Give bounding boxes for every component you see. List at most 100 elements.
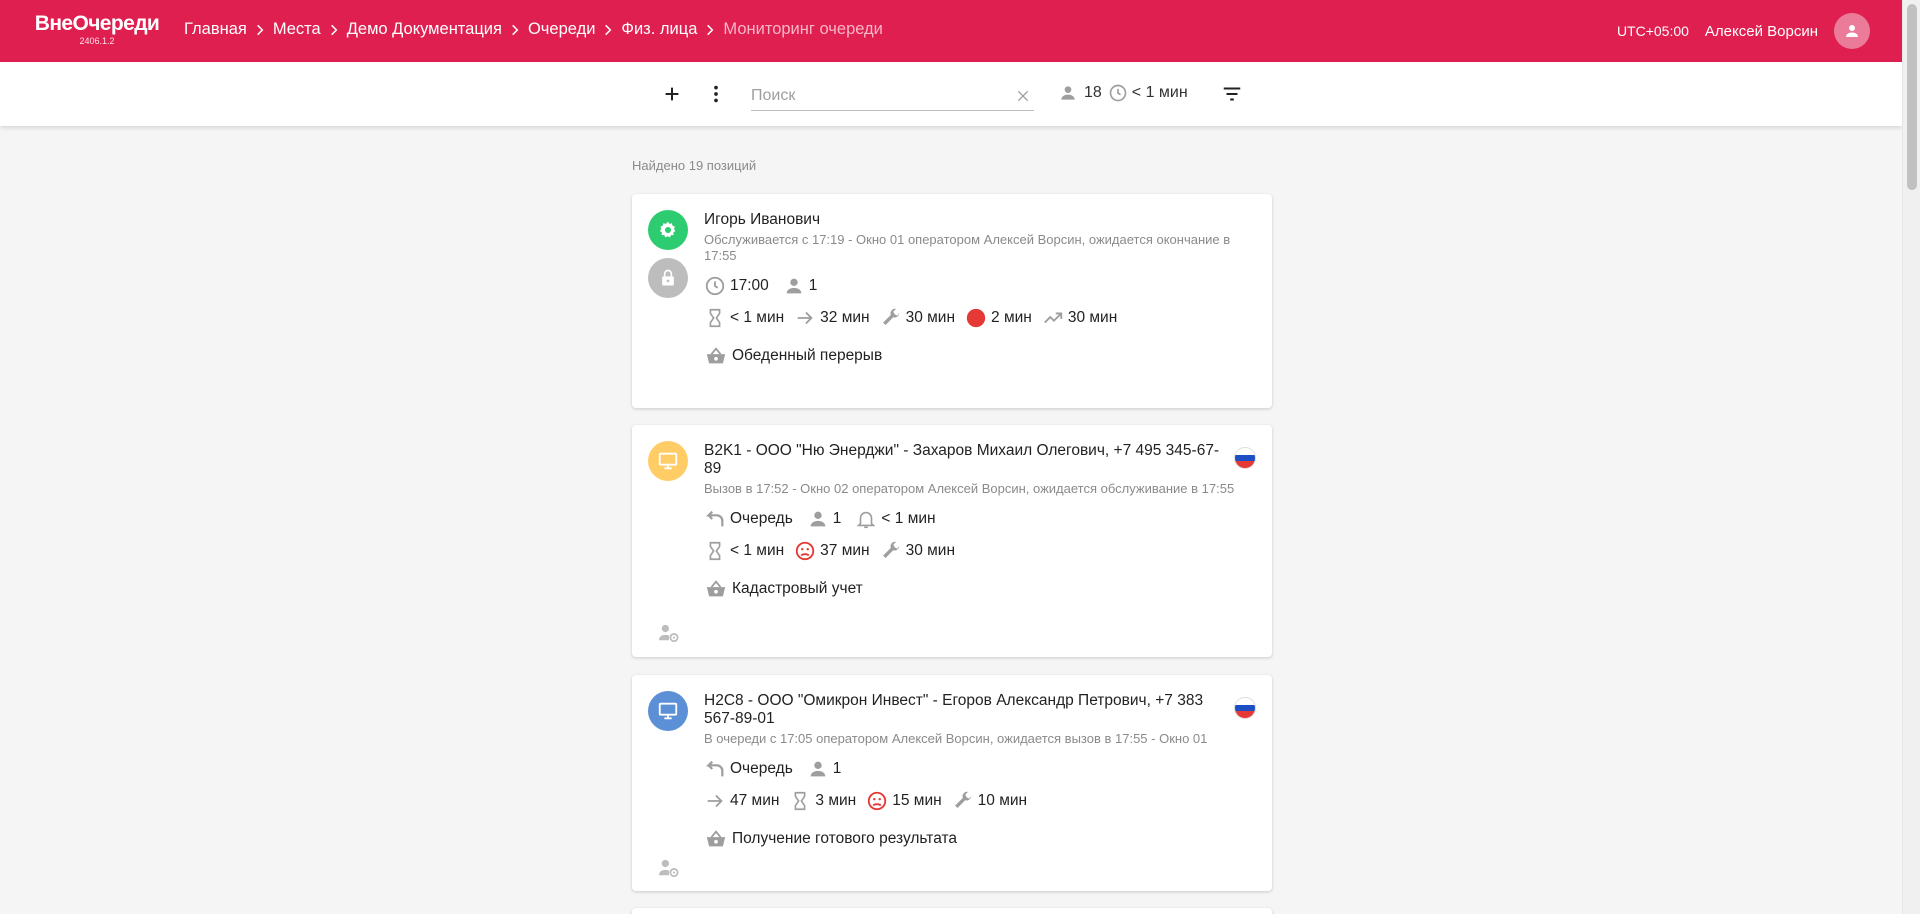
sad-face-icon: [868, 791, 887, 811]
card-subtitle: Вызов в 17:52 - Окно 02 оператором Алекс…: [704, 481, 1235, 496]
persons: 1: [807, 508, 842, 530]
call-time: < 1 мин: [855, 508, 936, 530]
breadcrumb: Главная Места Демо Документация Очереди …: [184, 20, 883, 39]
card-subtitle: Обслуживается с 17:19 - Окно 01 оператор…: [704, 232, 1231, 263]
service-name-value: Кадастровый учет: [732, 580, 863, 597]
sad-face-icon: [796, 541, 815, 561]
monitor-icon: [658, 702, 678, 720]
people-count: 18: [1084, 84, 1102, 101]
start-time-value: 17:00: [730, 277, 769, 294]
overtime-value: 2 мин: [991, 309, 1032, 326]
app-bar: ВнеОчереди 2406.1.2 Главная Места Демо Д…: [0, 0, 1902, 62]
call-time-value: < 1 мин: [881, 510, 936, 527]
hourglass-icon: [795, 791, 806, 811]
scrollbar-thumb[interactable]: [1907, 4, 1917, 190]
wait-time: < 1 мин: [704, 307, 784, 329]
queue-stats: 18 < 1 мин: [1058, 83, 1188, 103]
service-name: Кадастровый учет: [704, 575, 1256, 603]
monitor-icon: [658, 452, 678, 470]
person-icon: [810, 511, 826, 527]
status-called: [648, 441, 688, 481]
queue-card[interactable]: H2C8 - ООО "Омикрон Инвест" - Егоров Але…: [632, 675, 1272, 891]
wait-time: 3 мин: [789, 790, 856, 812]
wait-time-value: < 1 мин: [730, 542, 785, 559]
lock-icon: [662, 269, 674, 286]
operator-settings-icon[interactable]: [658, 623, 680, 643]
wrench-icon: [954, 791, 971, 808]
service-time-value: 30 мин: [905, 542, 956, 559]
chevron-right-icon: [595, 23, 621, 37]
card-title: Игорь Иванович: [704, 211, 821, 228]
lock-button[interactable]: [648, 258, 688, 298]
results-count: Найдено 19 позиций: [632, 158, 757, 173]
service-name-value: Обеденный перерыв: [732, 347, 883, 364]
filter-button[interactable]: [1216, 78, 1248, 110]
service-name-value: Получение готового результата: [732, 830, 958, 847]
wrench-icon: [882, 308, 899, 325]
queue-card[interactable]: B2K1 - ООО "Ню Энерджи" - Захаров Михаил…: [632, 425, 1272, 657]
status-waiting: [648, 691, 688, 731]
clear-search-button[interactable]: [1012, 85, 1034, 107]
persons-value: 1: [832, 760, 842, 777]
breadcrumb-current: Мониторинг очереди: [723, 20, 883, 38]
gear-icon: [659, 221, 676, 238]
wait-time-value: < 1 мин: [730, 309, 785, 326]
service-time: 30 мин: [880, 540, 955, 562]
queue-label-value: Очередь: [730, 510, 793, 527]
wait-time: < 1 мин: [704, 540, 784, 562]
search-box: [751, 81, 1034, 111]
person-icon: [1061, 86, 1075, 100]
breadcrumb-queues[interactable]: Очереди: [528, 20, 595, 39]
scrollbar[interactable]: [1902, 0, 1920, 914]
persons-value: 1: [832, 510, 842, 527]
remaining-time: 32 мин: [794, 307, 870, 329]
delay-time-value: 37 мин: [820, 542, 870, 559]
service-time: 10 мин: [952, 790, 1027, 812]
breadcrumb-demo-docs[interactable]: Демо Документация: [347, 20, 502, 39]
basket-icon: [706, 580, 726, 597]
filter-list-icon: [1223, 87, 1241, 101]
breadcrumb-home[interactable]: Главная: [184, 20, 247, 39]
queue-card[interactable]: Игорь Иванович Обслуживается с 17:19 - О…: [632, 194, 1272, 408]
hourglass-icon: [709, 308, 721, 328]
remaining-time-value: 32 мин: [820, 309, 870, 326]
queue-list: Найдено 19 позиций Игорь Иванович Обслуж…: [632, 126, 1272, 914]
service-time-value: 30 мин: [905, 309, 956, 326]
turn-left-icon: [705, 510, 724, 527]
card-subtitle: В очереди с 17:05 оператором Алексей Вор…: [704, 731, 1208, 746]
avatar[interactable]: [1834, 13, 1870, 49]
app-version: 2406.1.2: [79, 36, 115, 46]
breadcrumb-places[interactable]: Места: [273, 20, 321, 39]
breadcrumb-individuals[interactable]: Физ. лица: [621, 20, 697, 39]
trending-up-icon: [1043, 312, 1062, 324]
bell-icon: [857, 511, 876, 529]
more-menu-button[interactable]: [700, 78, 732, 110]
start-time: 17:00: [704, 275, 769, 297]
wait-time-value: 3 мин: [815, 792, 857, 809]
persons: 1: [783, 275, 818, 297]
persons-value: 1: [808, 277, 818, 294]
trend-time-value: 30 мин: [1067, 309, 1118, 326]
queue-label: Очередь: [704, 758, 793, 780]
person-icon: [1846, 25, 1858, 37]
delay-time: 15 мин: [866, 790, 942, 812]
add-button[interactable]: [656, 78, 688, 110]
close-icon: [1017, 90, 1029, 101]
arrow-right-icon: [707, 794, 723, 808]
timezone-label: UTC+05:00: [1616, 23, 1689, 39]
chevron-right-icon: [321, 23, 347, 37]
service-time-value: 10 мин: [977, 792, 1028, 809]
card-title: H2C8 - ООО "Омикрон Инвест" - Егоров Але…: [704, 692, 1204, 727]
chevron-right-icon: [247, 23, 273, 37]
hourglass-icon: [709, 541, 721, 561]
service-name: Обеденный перерыв: [704, 342, 1256, 370]
search-input[interactable]: [751, 86, 1012, 105]
toolbar: 18 < 1 мин: [0, 62, 1902, 126]
person-icon: [786, 278, 802, 294]
overtime: 2 мин: [965, 307, 1032, 329]
operator-settings-icon[interactable]: [658, 858, 680, 878]
queue-card-partial[interactable]: [632, 908, 1272, 914]
brand-logo[interactable]: ВнеОчереди 2406.1.2: [32, 12, 162, 47]
basket-icon: [706, 830, 726, 847]
user-name[interactable]: Алексей Ворсин: [1705, 23, 1818, 40]
